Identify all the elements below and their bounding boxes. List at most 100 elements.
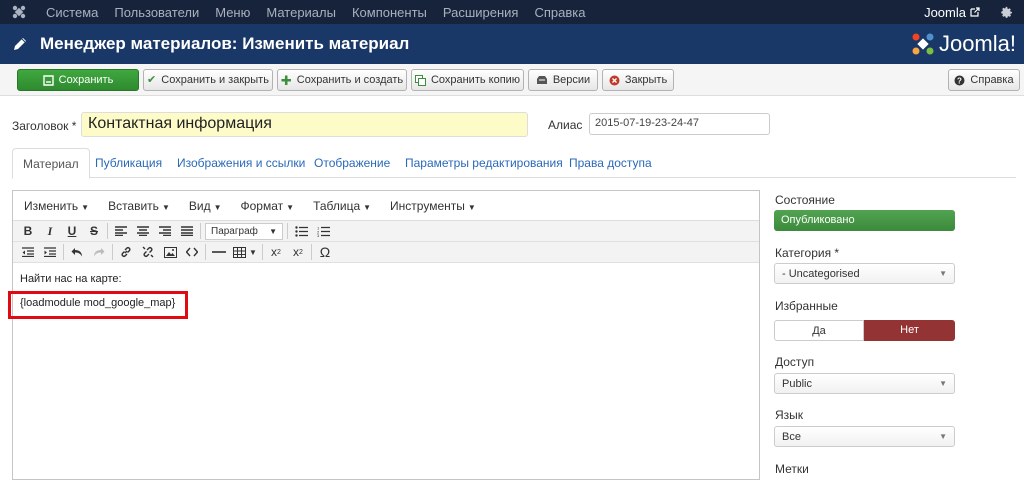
- special-char-icon[interactable]: Ω: [314, 243, 336, 262]
- strikethrough-icon[interactable]: S: [83, 222, 105, 241]
- table-icon[interactable]: ▼: [230, 243, 260, 262]
- editor-menu-view[interactable]: Вид ▼: [189, 199, 222, 213]
- editor-menu-insert[interactable]: Вставить ▼: [108, 199, 170, 213]
- toolbar-separator: [311, 244, 312, 260]
- editor-menu-edit[interactable]: Изменить ▼: [24, 199, 89, 213]
- tab-display[interactable]: Отображение: [314, 148, 390, 178]
- editor-menubar: Изменить ▼ Вставить ▼ Вид ▼ Формат ▼ Таблица…: [13, 191, 759, 221]
- close-button[interactable]: Закрыть: [602, 69, 674, 91]
- access-select[interactable]: Public ▼: [774, 373, 955, 394]
- tab-bar: Материал Публикация Изображения и ссылки…: [12, 148, 1016, 179]
- gear-icon[interactable]: [988, 6, 1024, 19]
- tab-publishing[interactable]: Публикация: [95, 148, 162, 178]
- toolbar-separator: [287, 223, 288, 239]
- site-link-label: Joomla: [924, 4, 966, 20]
- category-value: - Uncategorised: [782, 267, 860, 280]
- tab-content[interactable]: Материал: [12, 148, 90, 179]
- help-button[interactable]: ? Справка: [948, 69, 1020, 91]
- alias-input[interactable]: 2015-07-19-23-24-47: [589, 113, 770, 135]
- align-center-icon[interactable]: [132, 222, 154, 241]
- featured-no-button[interactable]: Нет: [864, 320, 955, 341]
- caret-down-icon: ▼: [286, 202, 295, 212]
- save-copy-label: Сохранить копию: [430, 74, 521, 86]
- align-right-icon[interactable]: [154, 222, 176, 241]
- nav-extensions[interactable]: Расширения: [435, 5, 527, 20]
- editor-menu-edit-label: Изменить: [24, 198, 79, 213]
- save-button[interactable]: Сохранить: [17, 69, 139, 91]
- editor-menu-insert-label: Вставить: [108, 198, 159, 213]
- category-select[interactable]: - Uncategorised ▼: [774, 263, 955, 284]
- outdent-icon[interactable]: [17, 243, 39, 262]
- bold-icon[interactable]: B: [17, 222, 39, 241]
- joomla-brand-logo: Joomla!: [911, 31, 1016, 57]
- nav-menus[interactable]: Меню: [207, 5, 258, 20]
- caret-down-icon: ▼: [363, 202, 372, 212]
- help-label: Справка: [970, 74, 1014, 86]
- bullet-list-icon[interactable]: [290, 222, 312, 241]
- site-link[interactable]: Joomla: [916, 5, 988, 20]
- access-label: Доступ: [775, 355, 815, 369]
- nav-system[interactable]: Система: [38, 5, 106, 20]
- state-select[interactable]: Опубликовано: [774, 210, 955, 231]
- tab-editing-options[interactable]: Параметры редактирования: [405, 148, 563, 178]
- indent-icon[interactable]: [39, 243, 61, 262]
- title-label: Заголовок *: [12, 119, 77, 133]
- save-close-button[interactable]: ✔ Сохранить и закрыть: [143, 69, 273, 91]
- versions-button[interactable]: Версии: [528, 69, 598, 91]
- align-left-icon[interactable]: [110, 222, 132, 241]
- copy-icon: [414, 74, 426, 86]
- subscript-icon[interactable]: x2: [265, 243, 287, 262]
- code-icon[interactable]: [181, 243, 203, 262]
- editor-menu-tools[interactable]: Инструменты ▼: [390, 199, 476, 213]
- versions-label: Версии: [552, 74, 591, 86]
- undo-icon[interactable]: [66, 243, 88, 262]
- save-close-label: Сохранить и закрыть: [161, 74, 269, 86]
- title-input[interactable]: Контактная информация: [81, 112, 528, 137]
- page-header: Менеджер материалов: Изменить материал J…: [0, 24, 1024, 64]
- pencil-icon: [0, 36, 40, 52]
- editor-menu-view-label: Вид: [188, 198, 211, 213]
- tab-permissions[interactable]: Права доступа: [569, 148, 652, 178]
- save-copy-button[interactable]: Сохранить копию: [411, 69, 524, 91]
- paragraph-format-select[interactable]: Параграф ▼: [205, 222, 283, 240]
- plus-icon: ✚: [280, 72, 292, 88]
- nav-help[interactable]: Справка: [526, 5, 593, 20]
- align-justify-icon[interactable]: [176, 222, 198, 241]
- caret-down-icon: ▼: [939, 379, 947, 388]
- nav-components[interactable]: Компоненты: [344, 5, 435, 20]
- caret-down-icon: ▼: [939, 269, 947, 278]
- caret-down-icon: ▼: [81, 202, 90, 212]
- language-select[interactable]: Все ▼: [774, 426, 955, 447]
- text-editor: Изменить ▼ Вставить ▼ Вид ▼ Формат ▼ Таблица…: [12, 190, 760, 480]
- external-link-icon: [970, 7, 980, 17]
- joomla-logo-icon[interactable]: [0, 0, 38, 24]
- numbered-list-icon[interactable]: 123: [312, 222, 334, 241]
- superscript-icon[interactable]: x2: [287, 243, 309, 262]
- featured-yes-button[interactable]: Да: [774, 320, 864, 341]
- nav-content[interactable]: Материалы: [258, 5, 344, 20]
- horizontal-rule-icon[interactable]: [208, 243, 230, 262]
- language-value: Все: [782, 430, 801, 443]
- redo-icon[interactable]: [88, 243, 110, 262]
- link-icon[interactable]: [115, 243, 137, 262]
- toolbar-separator: [262, 244, 263, 260]
- joomla-brand-icon: [912, 33, 934, 55]
- caret-down-icon: ▼: [161, 202, 170, 212]
- save-new-button[interactable]: ✚ Сохранить и создать: [277, 69, 407, 91]
- italic-icon[interactable]: I: [39, 222, 61, 241]
- editor-menu-table[interactable]: Таблица ▼: [313, 199, 371, 213]
- featured-label: Избранные: [775, 299, 838, 313]
- tab-images-links[interactable]: Изображения и ссылки: [177, 148, 305, 178]
- underline-icon[interactable]: U: [61, 222, 83, 241]
- content-line-1: Найти нас на карте:: [20, 273, 122, 285]
- nav-users[interactable]: Пользователи: [106, 5, 207, 20]
- editor-menu-format[interactable]: Формат ▼: [241, 199, 295, 213]
- question-icon: ?: [954, 75, 965, 85]
- caret-down-icon: ▼: [249, 247, 257, 257]
- editor-content-area[interactable]: Найти нас на карте:: [13, 263, 759, 293]
- archive-icon: [536, 76, 547, 84]
- unlink-icon[interactable]: [137, 243, 159, 262]
- toolbar-separator: [205, 244, 206, 260]
- paragraph-format-value: Параграф: [211, 225, 258, 237]
- image-icon[interactable]: [159, 243, 181, 262]
